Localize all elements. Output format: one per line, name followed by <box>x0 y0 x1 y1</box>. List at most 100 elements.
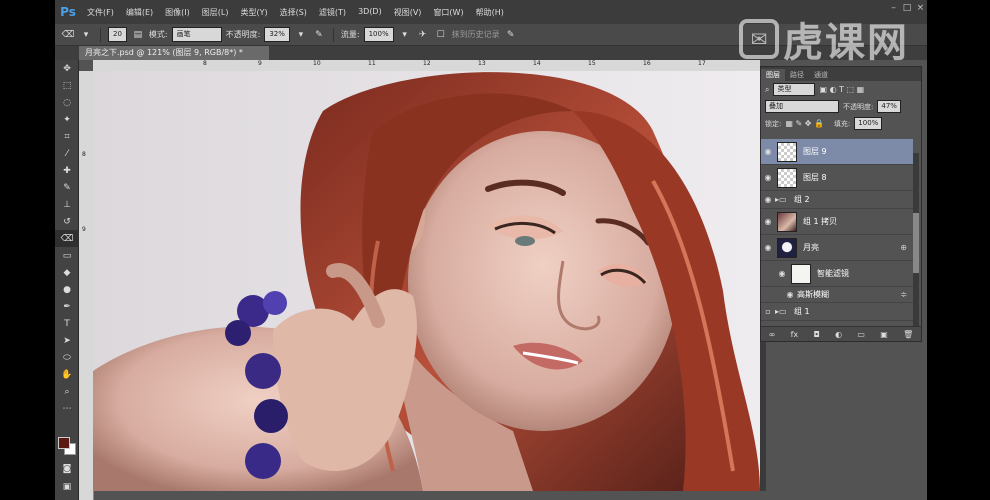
chevron-down-icon[interactable]: ▾ <box>294 28 308 42</box>
layer-fill-input[interactable]: 100% <box>854 117 883 130</box>
link-icon[interactable]: ∞ <box>769 330 776 339</box>
eye-icon[interactable]: ◉ <box>761 173 775 182</box>
ruler-tick-label: 15 <box>588 60 596 67</box>
filter-options-icon[interactable]: ≑ <box>900 290 907 299</box>
shape-tool-icon[interactable]: ⬭ <box>55 349 79 366</box>
tab-channels[interactable]: 通道 <box>809 69 833 81</box>
smart-filter-row[interactable]: ◉ 智能滤镜 <box>761 261 913 287</box>
pressure-size-icon[interactable]: ✎ <box>504 28 518 42</box>
trash-icon[interactable]: 🗑 <box>903 330 913 339</box>
eye-icon[interactable]: ◉ <box>761 243 775 252</box>
kind-filter-select[interactable]: 类型 <box>773 83 816 96</box>
opacity-input[interactable]: 32% <box>264 27 290 42</box>
layer-thumbnail <box>777 237 797 258</box>
menu-item[interactable]: 滤镜(T) <box>313 7 352 18</box>
ruler-tick-label: 17 <box>698 60 706 67</box>
watermark-text: 虎课网 <box>783 20 909 66</box>
type-tool-icon[interactable]: T <box>55 315 79 332</box>
tab-layers[interactable]: 图层 <box>761 69 785 81</box>
brush-panel-icon[interactable]: ▤ <box>131 28 145 42</box>
menu-item[interactable]: 文件(F) <box>81 7 120 18</box>
menu-item[interactable]: 图层(L) <box>196 7 235 18</box>
eye-icon[interactable]: ◉ <box>775 269 789 278</box>
new-group-icon[interactable]: ▭ <box>857 330 865 339</box>
mask-icon[interactable]: ◘ <box>813 330 819 339</box>
checkbox[interactable]: ☐ <box>434 28 448 42</box>
menu-item[interactable]: 视图(V) <box>388 7 428 18</box>
tab-paths[interactable]: 路径 <box>785 69 809 81</box>
foreground-color-swatch[interactable] <box>58 437 70 449</box>
chevron-down-icon[interactable]: ▾ <box>79 28 93 42</box>
move-tool-icon[interactable]: ✥ <box>55 60 79 77</box>
blend-row: 叠加 不透明度: 47% <box>761 98 921 115</box>
ruler-tick-label: 8 <box>82 151 86 158</box>
eraser-tool-icon[interactable]: ⌫ <box>55 230 79 247</box>
mode-select[interactable]: 画笔 <box>171 27 222 42</box>
new-layer-icon[interactable]: ▣ <box>880 330 888 339</box>
hand-tool-icon[interactable]: ✋ <box>55 366 79 383</box>
document-canvas[interactable] <box>93 71 760 491</box>
magic-wand-tool-icon[interactable]: ✦ <box>55 111 79 128</box>
marquee-tool-icon[interactable]: ⬚ <box>55 77 79 94</box>
gaussian-blur-row[interactable]: ◉ 高斯模糊 ≑ <box>761 287 913 303</box>
close-icon[interactable]: × <box>914 0 927 16</box>
clone-stamp-tool-icon[interactable]: ⊥ <box>55 196 79 213</box>
eraser-tool-icon[interactable]: ⌫ <box>61 28 75 42</box>
history-brush-tool-icon[interactable]: ↺ <box>55 213 79 230</box>
layer-list: ◉ 图层 9 ◉ 图层 8 ◉ ▸▭ 组 2 ◉ 组 1 拷贝 ◉ 月亮 ⊕ ◉… <box>761 139 921 327</box>
menu-item[interactable]: 帮助(H) <box>470 7 510 18</box>
menu-item[interactable]: 3D(D) <box>352 7 388 18</box>
eye-icon[interactable]: ◉ <box>761 195 775 204</box>
lasso-tool-icon[interactable]: ◌ <box>55 94 79 111</box>
eyedropper-tool-icon[interactable]: ⁄ <box>55 145 79 162</box>
fill-label: 填充: <box>833 119 851 128</box>
chevron-down-icon[interactable]: ▾ <box>398 28 412 42</box>
menu-item[interactable]: 类型(Y) <box>234 7 273 18</box>
photoshop-logo: Ps <box>60 5 76 19</box>
layer-group-1[interactable]: ▫ ▸▭ 组 1 <box>761 303 913 321</box>
filter-icons[interactable]: ▣ ◐ T ⬚ ▦ <box>819 85 864 94</box>
healing-brush-tool-icon[interactable]: ✚ <box>55 162 79 179</box>
brush-size-picker[interactable]: 20 <box>108 27 127 42</box>
eye-icon[interactable]: ◉ <box>761 217 775 226</box>
visibility-off[interactable]: ▫ <box>761 307 775 316</box>
fx-icon[interactable]: fx <box>791 330 799 339</box>
screen-mode-icon[interactable]: ▣ <box>55 478 79 495</box>
layer-name: 图层 8 <box>803 173 827 182</box>
blur-tool-icon[interactable]: ◆ <box>55 264 79 281</box>
document-tab[interactable]: 月亮之下.psd @ 121% (图层 9, RGB/8*) * <box>79 46 269 60</box>
zoom-tool-icon[interactable]: ⌕ <box>55 383 79 400</box>
gradient-tool-icon[interactable]: ▭ <box>55 247 79 264</box>
layers-scrollbar[interactable] <box>913 153 919 328</box>
menu-item[interactable]: 选择(S) <box>274 7 313 18</box>
path-selection-tool-icon[interactable]: ➤ <box>55 332 79 349</box>
menu-item[interactable]: 窗口(W) <box>427 7 469 18</box>
airbrush-icon[interactable]: ✈ <box>416 28 430 42</box>
layer-name: 组 1 拷贝 <box>803 217 838 226</box>
menu-item[interactable]: 编辑(E) <box>120 7 159 18</box>
adjustment-icon[interactable]: ◐ <box>835 330 842 339</box>
blend-mode-select[interactable]: 叠加 <box>765 100 839 113</box>
lock-icons[interactable]: ▦ ✎ ✥ 🔒 <box>785 119 824 128</box>
watermark: ✉ 虎课网 <box>739 10 909 68</box>
pressure-opacity-icon[interactable]: ✎ <box>312 28 326 42</box>
quick-mask-icon[interactable]: ◙ <box>55 460 79 477</box>
layer-group-2[interactable]: ◉ ▸▭ 组 2 <box>761 191 913 209</box>
layer-row-9[interactable]: ◉ 图层 9 <box>761 139 913 165</box>
toolbox: ✥ ⬚ ◌ ✦ ⌗ ⁄ ✚ ✎ ⊥ ↺ ⌫ ▭ ◆ ● ✒ T ➤ ⬭ ✋ ⌕ … <box>55 60 79 500</box>
brush-tool-icon[interactable]: ✎ <box>55 179 79 196</box>
flow-input[interactable]: 100% <box>363 27 394 42</box>
eye-icon[interactable]: ◉ <box>783 290 797 299</box>
eye-icon[interactable]: ◉ <box>761 147 775 156</box>
more-tools-icon[interactable]: ⋯ <box>55 400 79 417</box>
crop-tool-icon[interactable]: ⌗ <box>55 128 79 145</box>
layer-row-group1-copy[interactable]: ◉ 组 1 拷贝 <box>761 209 913 235</box>
menu-item[interactable]: 图像(I) <box>159 7 196 18</box>
layer-row-moon[interactable]: ◉ 月亮 ⊕ <box>761 235 913 261</box>
layer-opacity-input[interactable]: 47% <box>877 100 901 113</box>
opacity-label: 不透明度: <box>843 102 874 111</box>
layer-row-8[interactable]: ◉ 图层 8 <box>761 165 913 191</box>
dodge-tool-icon[interactable]: ● <box>55 281 79 298</box>
pen-tool-icon[interactable]: ✒ <box>55 298 79 315</box>
layer-name: 组 2 <box>794 195 810 204</box>
